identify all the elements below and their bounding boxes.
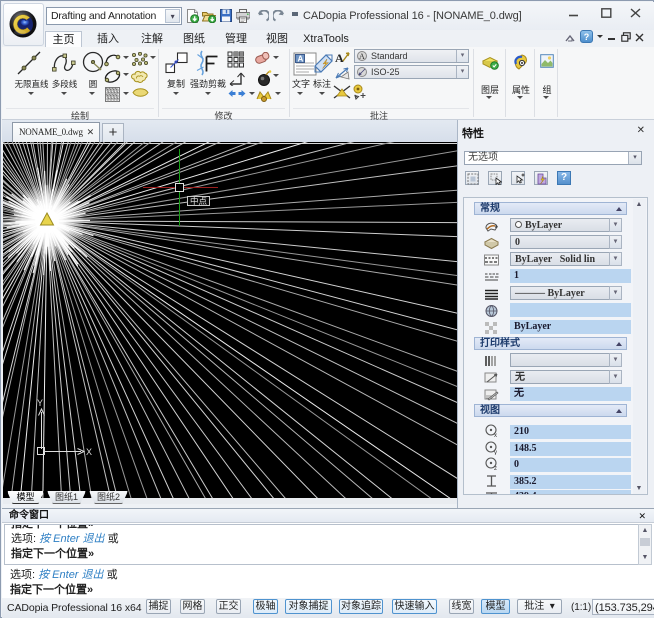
svg-text:Y: Y <box>37 398 43 408</box>
svg-text:X: X <box>86 447 92 457</box>
svg-text:A: A <box>335 51 344 64</box>
svg-text:A: A <box>298 55 304 64</box>
svg-text:z: z <box>494 466 497 471</box>
svg-text:A: A <box>359 52 365 61</box>
svg-text:y: y <box>494 450 497 455</box>
svg-text:x: x <box>494 433 497 438</box>
